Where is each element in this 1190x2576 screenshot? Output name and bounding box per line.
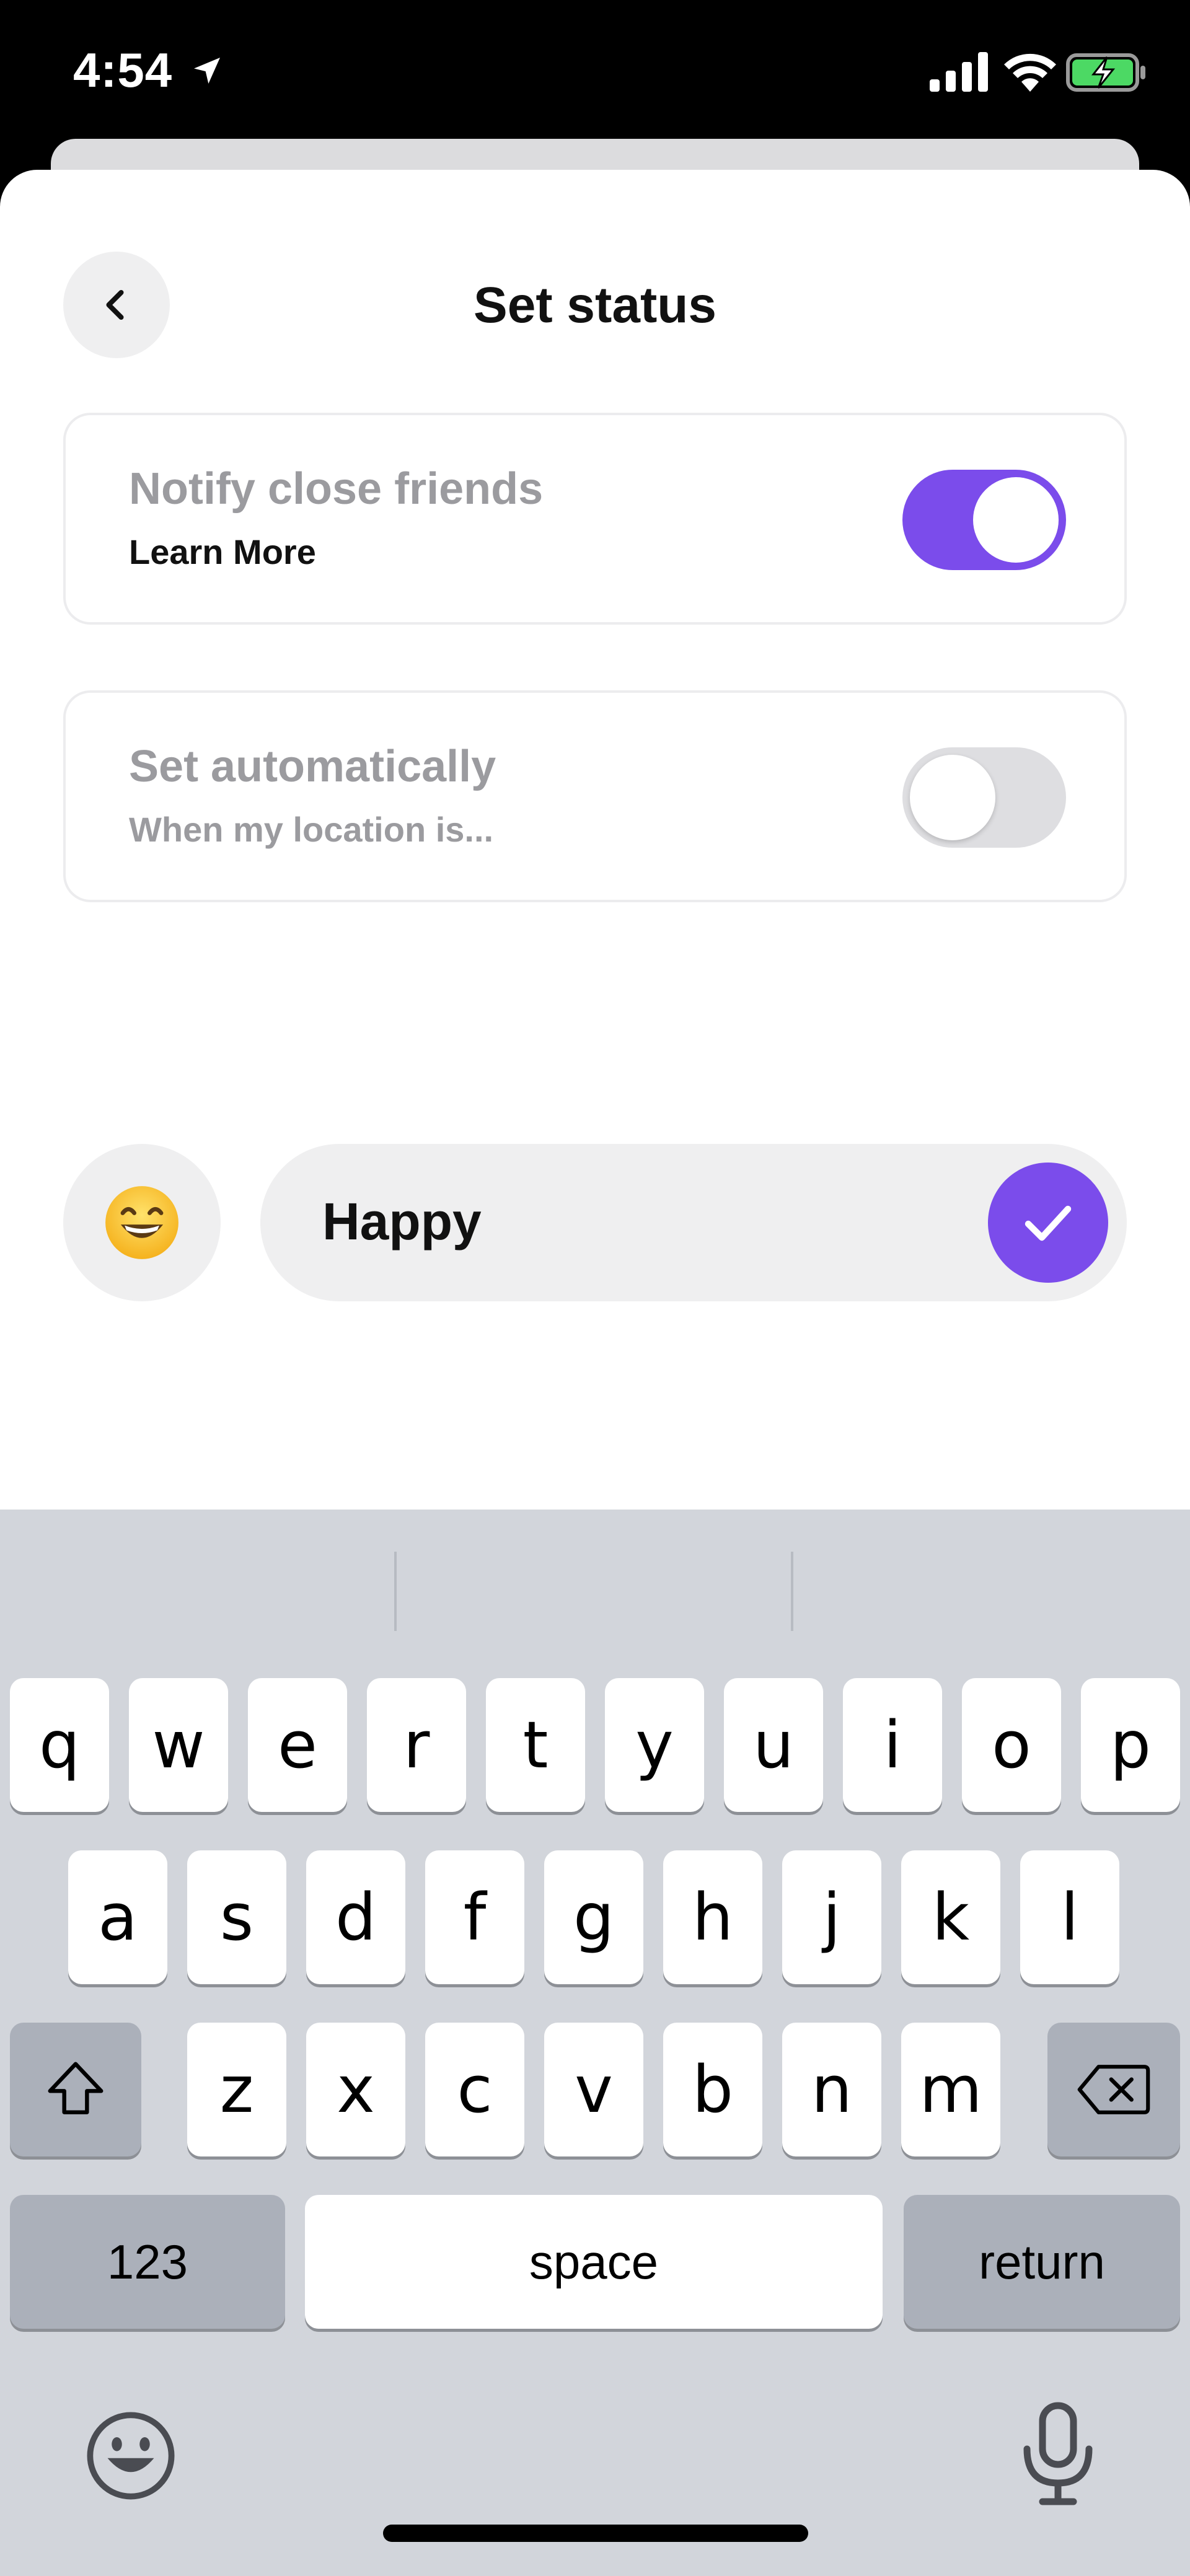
setting-title: Notify close friends [129,464,544,514]
shift-icon [48,2062,104,2114]
key-t[interactable]: t [486,1678,585,1812]
set-automatically-card: Set automatically When my location is... [63,690,1127,902]
key-s[interactable]: s [187,1850,286,1984]
return-key[interactable]: return [904,2195,1180,2329]
key-m[interactable]: m [901,2023,1000,2156]
emoji-picker-button[interactable] [63,1144,221,1301]
wifi-icon [1004,53,1056,92]
shift-key[interactable] [10,2023,141,2156]
key-q[interactable]: q [10,1678,109,1812]
key-i[interactable]: i [843,1678,942,1812]
cellular-signal-icon [930,52,988,92]
key-n[interactable]: n [782,2023,881,2156]
key-x[interactable]: x [306,2023,405,2156]
emoji-keyboard-icon[interactable] [84,2409,177,2502]
toggle-knob [910,755,995,840]
grinning-face-emoji [105,1186,178,1259]
status-input-field [260,1144,1127,1301]
space-key[interactable]: space [305,2195,883,2329]
status-time: 4:54 [73,43,173,97]
key-e[interactable]: e [248,1678,347,1812]
numbers-key[interactable]: 123 [10,2195,285,2329]
notify-close-friends-toggle[interactable] [902,470,1066,570]
key-a[interactable]: a [68,1850,167,1984]
notify-close-friends-card: Notify close friends Learn More [63,413,1127,625]
key-o[interactable]: o [962,1678,1061,1812]
set-automatically-toggle[interactable] [902,747,1066,848]
battery-charging-icon [1066,53,1145,92]
key-u[interactable]: u [724,1678,823,1812]
key-f[interactable]: f [425,1850,524,1984]
key-y[interactable]: y [605,1678,704,1812]
checkmark-icon [1025,1205,1072,1241]
key-w[interactable]: w [129,1678,228,1812]
confirm-status-button[interactable] [988,1163,1108,1283]
key-g[interactable]: g [544,1850,643,1984]
key-k[interactable]: k [901,1850,1000,1984]
key-l[interactable]: l [1020,1850,1119,1984]
page-title: Set status [474,277,716,333]
location-arrow-icon [194,58,220,84]
microphone-icon[interactable] [1011,2399,1104,2511]
suggestion-divider [394,1552,397,1631]
key-p[interactable]: p [1081,1678,1180,1812]
set-status-sheet: Set status Notify close friends Learn Mo… [0,170,1190,1521]
status-bar: 4:54 [0,0,1190,143]
setting-title: Set automatically [129,742,496,791]
delete-key[interactable] [1047,2023,1180,2156]
key-b[interactable]: b [663,2023,762,2156]
setting-subtitle: When my location is... [129,810,494,849]
toggle-knob [973,477,1059,563]
key-d[interactable]: d [306,1850,405,1984]
key-r[interactable]: r [367,1678,466,1812]
key-c[interactable]: c [425,2023,524,2156]
suggestion-divider [791,1552,793,1631]
on-screen-keyboard: q w e r t y u i o p a s d f g h j k l z … [0,1510,1190,2576]
key-v[interactable]: v [544,2023,643,2156]
status-text-input[interactable] [322,1187,880,1255]
home-indicator [383,2525,808,2542]
key-j[interactable]: j [782,1850,881,1984]
key-z[interactable]: z [187,2023,286,2156]
key-h[interactable]: h [663,1850,762,1984]
learn-more-link[interactable]: Learn More [129,532,316,572]
backspace-icon [1077,2065,1150,2114]
